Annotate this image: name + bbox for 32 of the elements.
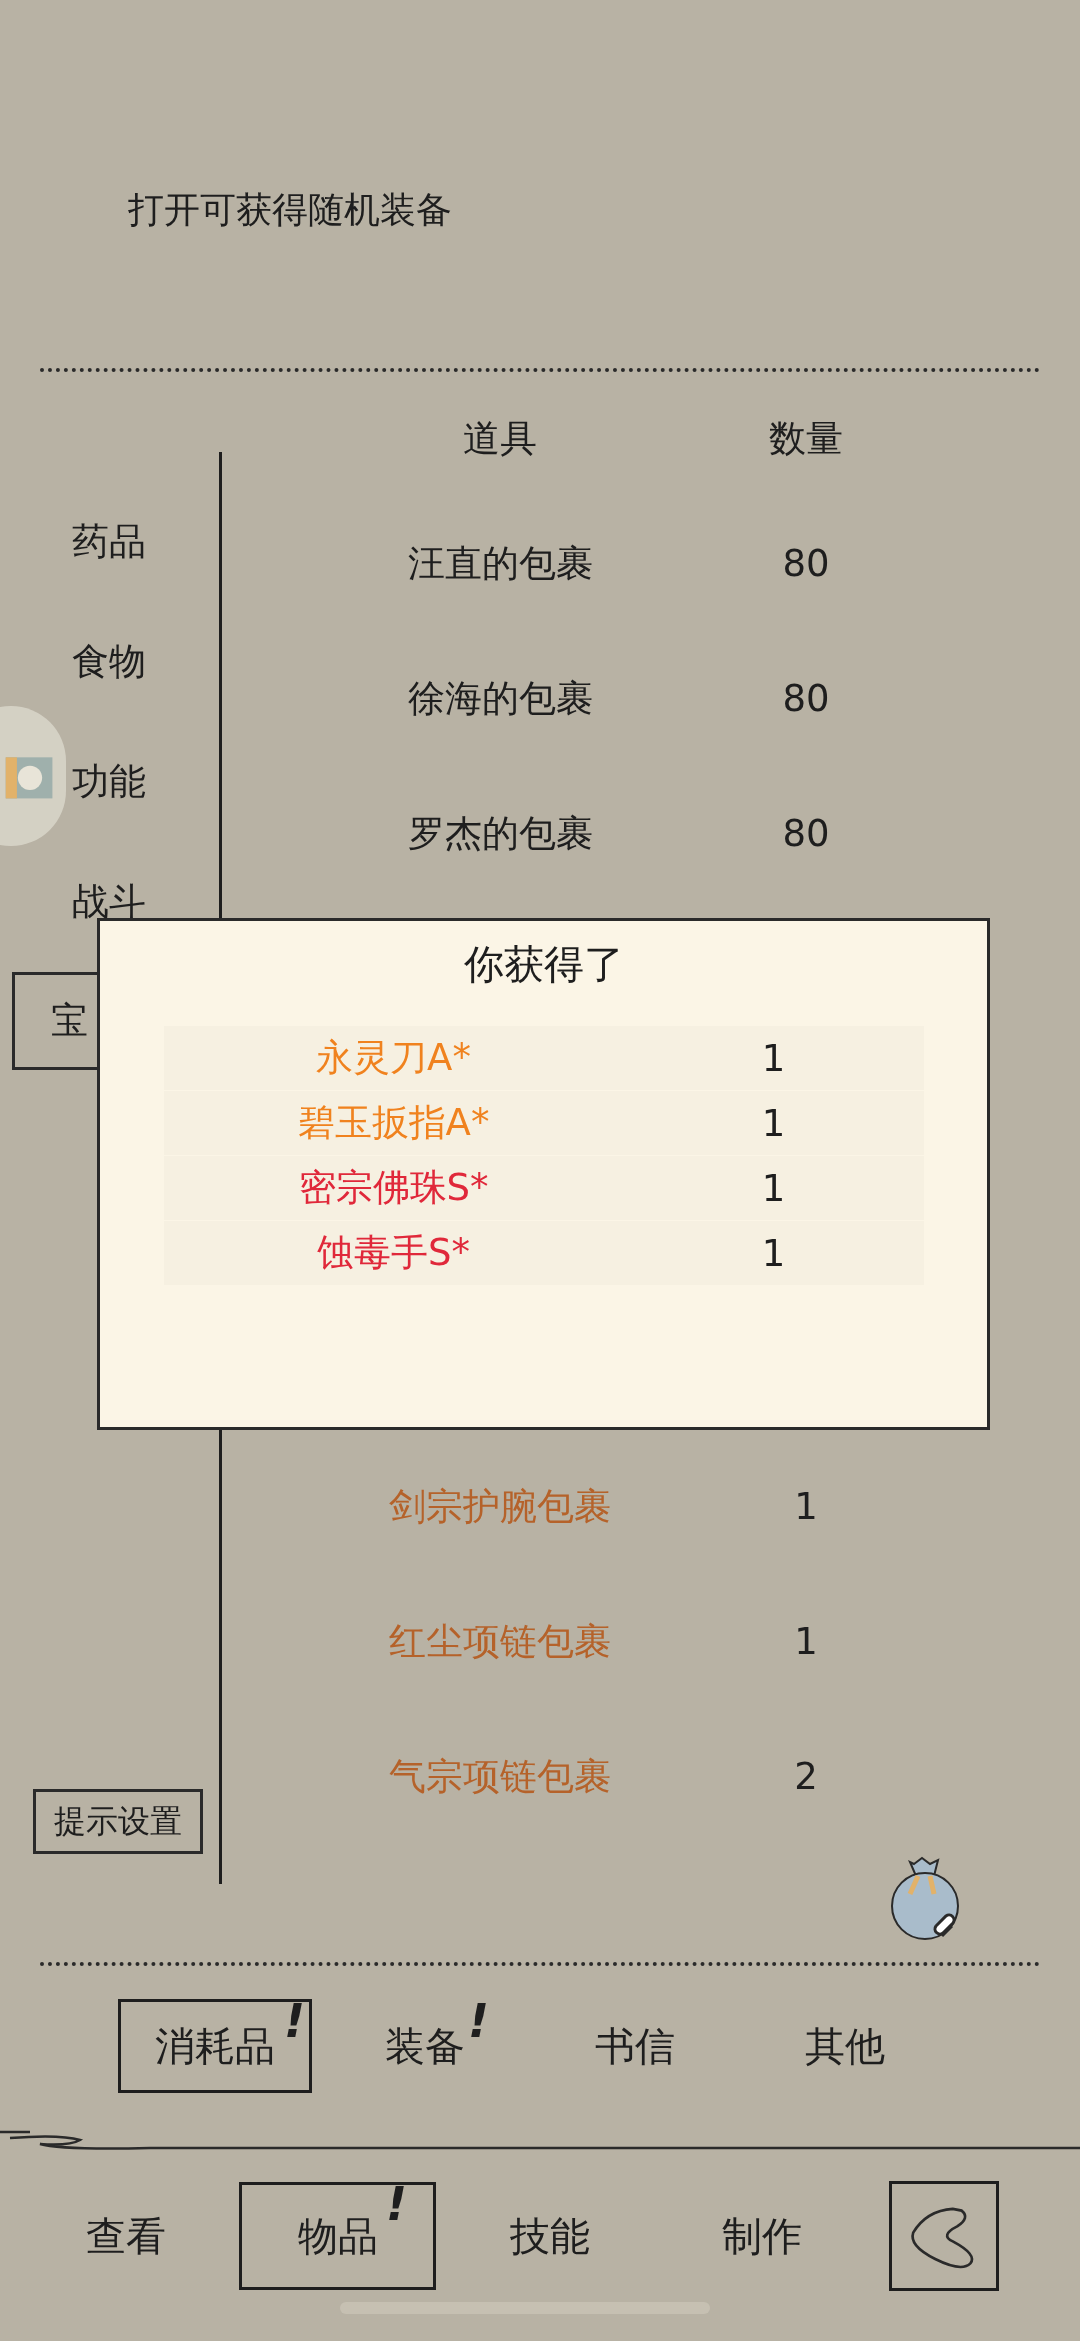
nav-tab[interactable]: 查看 — [27, 2182, 224, 2290]
nav-tab[interactable]: 技能 — [451, 2182, 648, 2290]
reward-count: 1 — [761, 1166, 786, 1210]
alert-label: ! — [468, 1994, 489, 2048]
category-tab[interactable]: 其他 — [748, 1999, 942, 2093]
reward-count: 1 — [761, 1231, 786, 1275]
item-name[interactable]: 徐海的包裹 — [407, 673, 593, 724]
reward-name: 碧玉扳指A* — [297, 1100, 490, 1146]
category-item[interactable]: 食物 — [72, 632, 146, 692]
category-item[interactable]: 药品 — [72, 512, 146, 572]
item-count: 1 — [794, 1485, 818, 1528]
reward-count: 1 — [761, 1101, 786, 1145]
item-description: 打开可获得随机装备 — [128, 187, 452, 232]
reward-name: 永灵刀A* — [316, 1035, 471, 1081]
item-count: 80 — [782, 812, 830, 855]
category-tab[interactable]: 书信 — [538, 1999, 732, 2093]
item-count: 80 — [782, 677, 830, 720]
item-name[interactable]: 汪直的包裹 — [407, 538, 593, 589]
back-button[interactable] — [889, 2181, 999, 2291]
category-item[interactable]: 功能 — [72, 752, 146, 812]
column-header: 道具 — [463, 416, 537, 462]
item-name[interactable]: 罗杰的包裹 — [407, 808, 593, 859]
item-count: 80 — [782, 542, 830, 585]
reward-name: 蚀毒手S* — [317, 1230, 470, 1276]
dialog-title: 你获得了 — [463, 940, 624, 989]
hint-settings-button[interactable]: 提示设置 — [33, 1789, 203, 1854]
item-count: 2 — [794, 1755, 818, 1798]
item-count: 1 — [794, 1620, 818, 1663]
nav-tab[interactable]: 制作 — [663, 2182, 860, 2290]
column-header: 数量 — [769, 416, 843, 462]
reward-count: 1 — [761, 1036, 786, 1080]
reward-name: 密宗佛珠S* — [298, 1165, 489, 1211]
